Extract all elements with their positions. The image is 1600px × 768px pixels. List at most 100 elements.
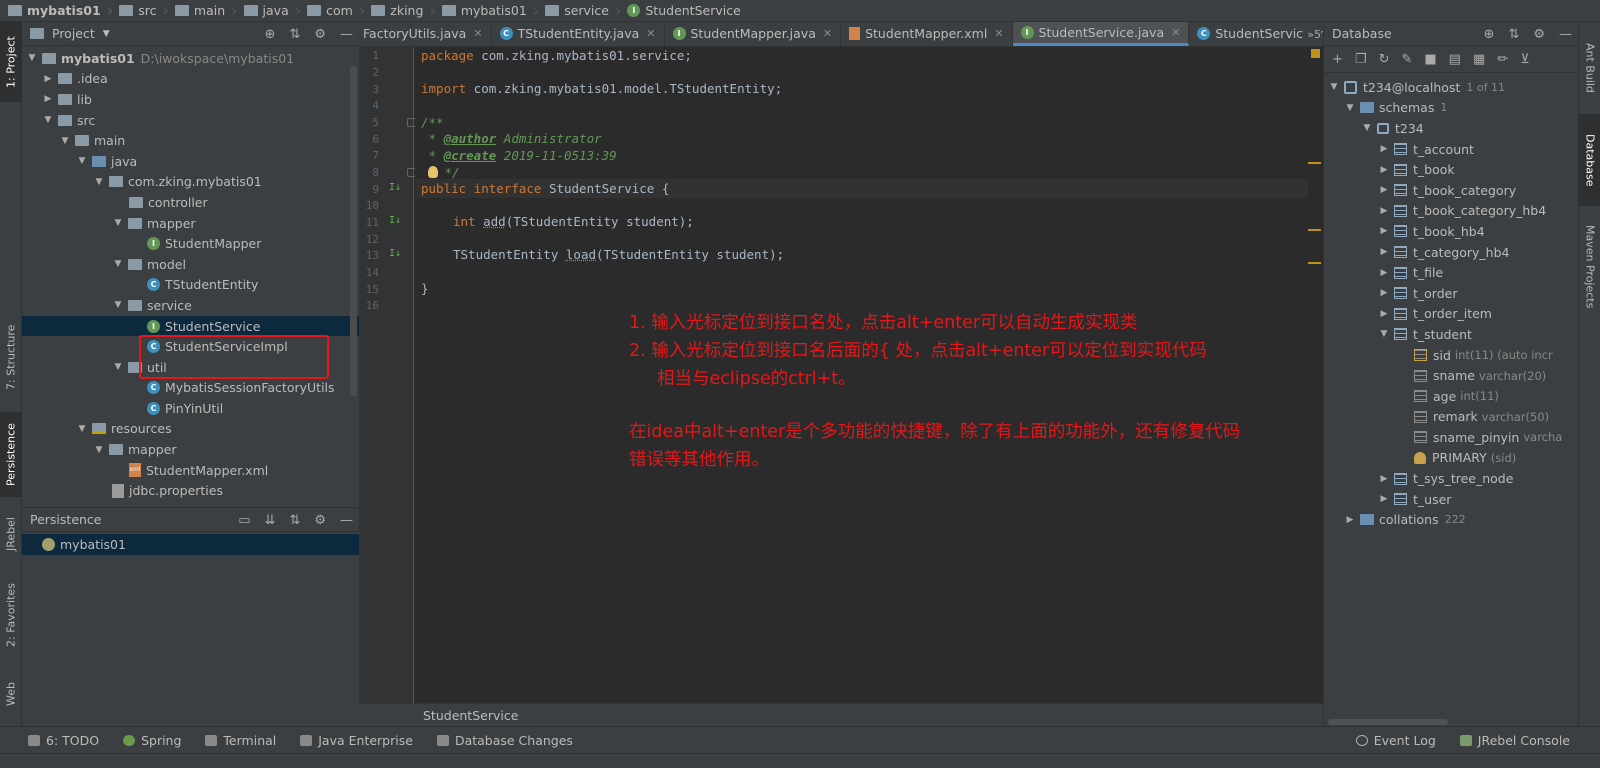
breadcrumb-main[interactable]: main › — [174, 2, 244, 18]
db-column[interactable]: sid int(11) (auto incr — [1324, 345, 1578, 366]
tool-todo[interactable]: 6: TODO — [28, 733, 99, 748]
diagram-icon[interactable]: ▭ — [238, 513, 250, 528]
db-table[interactable]: ▶ t_file — [1324, 262, 1578, 283]
gear-icon[interactable]: ⚙ — [314, 513, 326, 528]
breadcrumb-studentservice[interactable]: I StudentService — [627, 3, 741, 18]
locate-icon[interactable]: ⊕ — [1484, 27, 1495, 42]
collapse-all-icon[interactable]: ⇅ — [289, 513, 300, 528]
db-datasource[interactable]: ▼ t234@localhost 1 of 11 — [1324, 77, 1578, 98]
tree-item-main[interactable]: ▼ main — [22, 130, 359, 151]
db-column[interactable]: sname_pinyin varcha — [1324, 427, 1578, 448]
edit-icon[interactable]: ✏ — [1497, 52, 1508, 67]
db-table[interactable]: ▶ t_book_category — [1324, 180, 1578, 201]
tab-studentmapper-java[interactable]: I StudentMapper.java ✕ — [665, 22, 842, 46]
hide-icon[interactable]: — — [340, 27, 353, 42]
breadcrumb-mybatis01[interactable]: mybatis01 › — [441, 2, 545, 18]
breadcrumb-service[interactable]: service › — [545, 2, 627, 18]
warning-mark[interactable] — [1308, 162, 1321, 164]
stop-icon[interactable]: ■ — [1424, 52, 1436, 67]
tree-item-java[interactable]: ▼ java — [22, 151, 359, 172]
implemented-marker-icon[interactable]: I↓ — [389, 182, 401, 193]
console-icon[interactable]: ▤ — [1449, 52, 1461, 67]
db-table-t-student[interactable]: ▼ t_student — [1324, 324, 1578, 345]
project-scrollbar[interactable] — [350, 66, 357, 396]
gear-icon[interactable]: ⚙ — [314, 27, 326, 42]
db-collations[interactable]: ▶ collations 222 — [1324, 509, 1578, 530]
tab-ant-build[interactable]: Ant Build — [1579, 28, 1600, 108]
tool-spring[interactable]: Spring — [123, 733, 181, 748]
tab-web[interactable]: Web — [0, 672, 22, 717]
hide-icon[interactable]: — — [1559, 27, 1572, 42]
gear-icon[interactable]: ⚙ — [1533, 27, 1545, 42]
close-icon[interactable]: ✕ — [473, 27, 482, 40]
tree-item-idea[interactable]: ▶ .idea — [22, 69, 359, 90]
tab-maven-projects[interactable]: Maven Projects — [1579, 212, 1600, 322]
breadcrumb-src[interactable]: src › — [119, 2, 175, 18]
tab-database[interactable]: Database — [1579, 114, 1600, 206]
tab-favorites[interactable]: 2: Favorites — [0, 570, 22, 660]
tree-item-resources[interactable]: ▼ resources — [22, 419, 359, 440]
copy-icon[interactable]: ❐ — [1355, 52, 1367, 67]
db-table[interactable]: ▶ t_account — [1324, 139, 1578, 160]
refresh-icon[interactable]: ↻ — [1379, 52, 1390, 67]
close-icon[interactable]: ✕ — [994, 27, 1003, 40]
close-icon[interactable]: ✕ — [823, 27, 832, 40]
tree-item-model[interactable]: ▼ model — [22, 254, 359, 275]
warning-icon[interactable] — [1311, 49, 1320, 58]
implemented-marker-icon[interactable]: I↓ — [389, 248, 401, 259]
collapse-all-icon[interactable]: ⇅ — [1508, 27, 1519, 42]
tool-event-log[interactable]: Event Log — [1355, 733, 1436, 748]
close-icon[interactable]: ✕ — [646, 27, 655, 40]
db-column[interactable]: remark varchar(50) — [1324, 407, 1578, 428]
breadcrumb-zking[interactable]: zking › — [371, 2, 442, 18]
tab-studentservice[interactable]: I StudentService.java ✕ — [1012, 22, 1190, 46]
tab-studentmapper-xml[interactable]: StudentMapper.xml ✕ — [841, 22, 1013, 46]
tree-item-lib[interactable]: ▶ lib — [22, 89, 359, 110]
tab-overflow-button[interactable]: »5 — [1303, 22, 1321, 46]
locate-icon[interactable]: ⊕ — [265, 27, 276, 42]
breadcrumb-java[interactable]: java › — [243, 2, 308, 18]
tab-factoryutils[interactable]: FactoryUtils.java ✕ — [359, 22, 492, 46]
db-table[interactable]: ▶ t_order_item — [1324, 304, 1578, 325]
db-schemas[interactable]: ▼ schemas 1 — [1324, 98, 1578, 119]
tab-jrebel[interactable]: JRebel — [0, 507, 22, 562]
filter-icon[interactable]: ⊻ — [1520, 52, 1530, 67]
tree-item-studentmapper[interactable]: I StudentMapper — [22, 233, 359, 254]
tree-item-mapper[interactable]: ▼ mapper — [22, 213, 359, 234]
properties-icon[interactable]: ✎ — [1401, 52, 1412, 67]
db-column[interactable]: age int(11) — [1324, 386, 1578, 407]
tree-item-studentmapper-xml[interactable]: xml StudentMapper.xml — [22, 460, 359, 481]
tree-item-package[interactable]: ▼ com.zking.mybatis01 — [22, 172, 359, 193]
project-view-selector[interactable]: Project ▼ — [30, 26, 110, 41]
error-stripe[interactable] — [1308, 47, 1323, 703]
tab-tstudententity[interactable]: C TStudentEntity.java ✕ — [492, 22, 665, 46]
tree-item-mybatissessionfactoryutils[interactable]: C MybatisSessionFactoryUtils — [22, 378, 359, 399]
collapse-all-icon[interactable]: ⇅ — [289, 27, 300, 42]
tree-item-root[interactable]: ▼ mybatis01 D:\iwokspace\mybatis01 — [22, 48, 359, 69]
breadcrumb-com[interactable]: com › — [307, 2, 371, 18]
breadcrumb-project[interactable]: mybatis01 › — [8, 2, 119, 18]
db-table[interactable]: ▶ t_sys_tree_node — [1324, 468, 1578, 489]
warning-mark[interactable] — [1308, 262, 1321, 264]
db-table[interactable]: ▶ t_book_hb4 — [1324, 221, 1578, 242]
db-column[interactable]: sname varchar(20) — [1324, 365, 1578, 386]
tab-project[interactable]: 1: Project — [0, 22, 22, 102]
scrollbar-thumb[interactable] — [1328, 719, 1448, 725]
code-editor[interactable]: package com.zking.mybatis01.service; imp… — [415, 47, 1308, 703]
tool-jrebel-console[interactable]: JRebel Console — [1459, 733, 1570, 748]
hide-icon[interactable]: — — [340, 513, 353, 528]
db-table[interactable]: ▶ t_category_hb4 — [1324, 242, 1578, 263]
table-icon[interactable]: ▦ — [1473, 52, 1485, 67]
tab-persistence[interactable]: Persistence — [0, 412, 22, 497]
db-primary-key[interactable]: PRIMARY (sid) — [1324, 448, 1578, 469]
expand-all-icon[interactable]: ⇊ — [265, 513, 276, 528]
tree-item-controller[interactable]: controller — [22, 192, 359, 213]
db-table[interactable]: ▶ t_user — [1324, 489, 1578, 510]
tool-java-enterprise[interactable]: Java Enterprise — [300, 733, 413, 748]
tree-item-src[interactable]: ▼ src — [22, 110, 359, 131]
tree-item-tstudententity[interactable]: C TStudentEntity — [22, 275, 359, 296]
tree-item-pinyinutil[interactable]: C PinYinUtil — [22, 398, 359, 419]
close-icon[interactable]: ✕ — [1171, 26, 1180, 39]
db-table[interactable]: ▶ t_book_category_hb4 — [1324, 201, 1578, 222]
tree-item-resources-mapper[interactable]: ▼ mapper — [22, 439, 359, 460]
